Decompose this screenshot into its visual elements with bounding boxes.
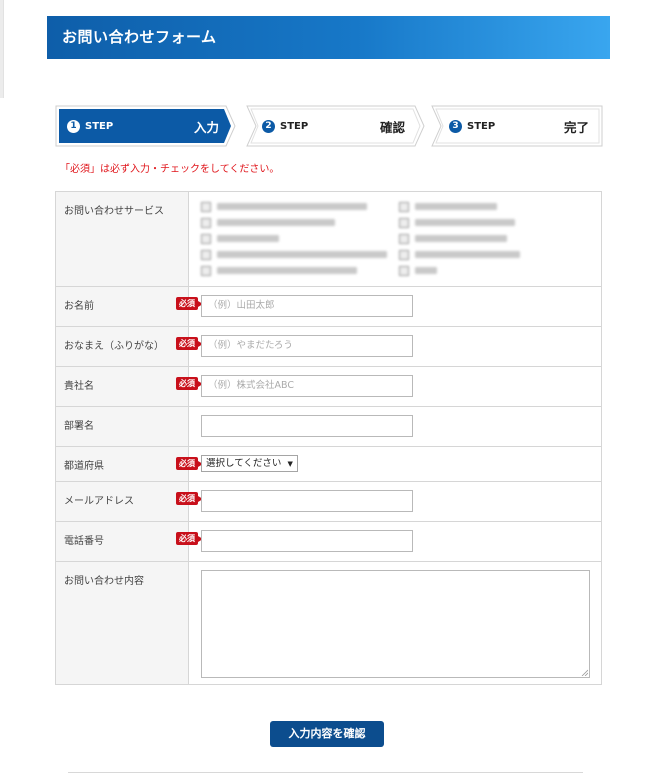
message-textarea[interactable]	[201, 570, 590, 678]
services-label: お問い合わせサービス	[55, 191, 189, 287]
service-checkbox[interactable]	[399, 216, 515, 229]
required-badge: 必須	[176, 337, 203, 350]
message-field-cell	[188, 561, 602, 685]
message-label: お問い合わせ内容	[55, 561, 189, 685]
prefecture-select[interactable]: 選択してください ▼	[201, 455, 298, 472]
prefecture-selected-value: 選択してください	[206, 458, 282, 469]
page-title: お問い合わせフォーム	[62, 28, 217, 46]
step-1-title: 入力	[193, 119, 219, 135]
service-checkbox[interactable]	[201, 264, 357, 277]
step-progress: 1 STEP 入力 2 STEP 確認 3 STEP 完了	[55, 105, 603, 147]
page-header: お問い合わせフォーム	[47, 16, 610, 59]
phone-input[interactable]	[201, 530, 413, 552]
kana-field-cell: 必須 （例）やまだたろう	[176, 326, 602, 367]
step-3-title: 完了	[563, 119, 589, 135]
email-input[interactable]	[201, 490, 413, 512]
step-1-label: STEP	[85, 120, 114, 132]
company-field-cell: 必須 （例）株式会社ABC	[176, 366, 602, 407]
service-checkbox[interactable]	[399, 264, 437, 277]
email-label: メールアドレス	[55, 481, 189, 522]
row-company: 貴社名 必須 （例）株式会社ABC	[55, 366, 602, 407]
confirm-button[interactable]: 入力内容を確認	[270, 721, 384, 747]
department-field-cell	[188, 406, 602, 447]
company-input[interactable]: （例）株式会社ABC	[201, 375, 413, 397]
required-badge: 必須	[176, 297, 203, 310]
prefecture-label: 都道府県	[55, 446, 189, 482]
row-services: お問い合わせサービス	[55, 191, 602, 287]
name-label: お名前	[55, 286, 189, 327]
department-label: 部署名	[55, 406, 189, 447]
required-badge: 必須	[176, 457, 203, 470]
service-checkbox[interactable]	[399, 200, 497, 213]
chevron-down-icon: ▼	[287, 460, 293, 468]
department-input[interactable]	[201, 415, 413, 437]
kana-input[interactable]: （例）やまだたろう	[201, 335, 413, 357]
step-1-number: 1	[67, 119, 80, 133]
service-checkbox[interactable]	[201, 216, 335, 229]
row-prefecture: 都道府県 必須 選択してください ▼	[55, 446, 602, 482]
required-notice: 「必須」は必ず入力・チェックをしてください。	[60, 164, 280, 175]
service-checkbox[interactable]	[201, 200, 367, 213]
name-input[interactable]: （例）山田太郎	[201, 295, 413, 317]
row-kana: おなまえ（ふりがな） 必須 （例）やまだたろう	[55, 326, 602, 367]
phone-field-cell: 必須	[176, 521, 602, 562]
service-checkbox[interactable]	[201, 248, 387, 261]
name-field-cell: 必須 （例）山田太郎	[176, 286, 602, 327]
services-field	[188, 191, 602, 287]
step-3: 3 STEP 完了	[431, 105, 603, 147]
required-badge: 必須	[176, 532, 203, 545]
contact-form: お問い合わせサービス お名前 必須 （例）山田太郎 おなまえ（ふりがな） 必須 …	[55, 191, 602, 685]
service-checkbox[interactable]	[399, 232, 507, 245]
row-name: お名前 必須 （例）山田太郎	[55, 286, 602, 327]
required-badge: 必須	[176, 377, 203, 390]
row-message: お問い合わせ内容	[55, 561, 602, 685]
step-2: 2 STEP 確認	[246, 105, 425, 147]
step-2-number: 2	[262, 119, 275, 133]
phone-label: 電話番号	[55, 521, 189, 562]
step-2-title: 確認	[379, 119, 405, 135]
step-2-label: STEP	[280, 120, 309, 132]
left-edge-strip	[0, 0, 4, 98]
row-department: 部署名	[55, 406, 602, 447]
service-checkbox[interactable]	[399, 248, 520, 261]
step-3-label: STEP	[467, 120, 496, 132]
services-checkbox-list	[201, 200, 591, 280]
required-badge: 必須	[176, 492, 203, 505]
email-field-cell: 必須	[176, 481, 602, 522]
row-phone: 電話番号 必須	[55, 521, 602, 562]
row-email: メールアドレス 必須	[55, 481, 602, 522]
prefecture-field-cell: 必須 選択してください ▼	[176, 446, 602, 482]
step-1: 1 STEP 入力	[55, 105, 236, 147]
kana-label: おなまえ（ふりがな）	[55, 326, 189, 367]
company-label: 貴社名	[55, 366, 189, 407]
resize-grip-icon[interactable]	[581, 669, 588, 676]
service-checkbox[interactable]	[201, 232, 279, 245]
step-3-number: 3	[449, 119, 462, 133]
